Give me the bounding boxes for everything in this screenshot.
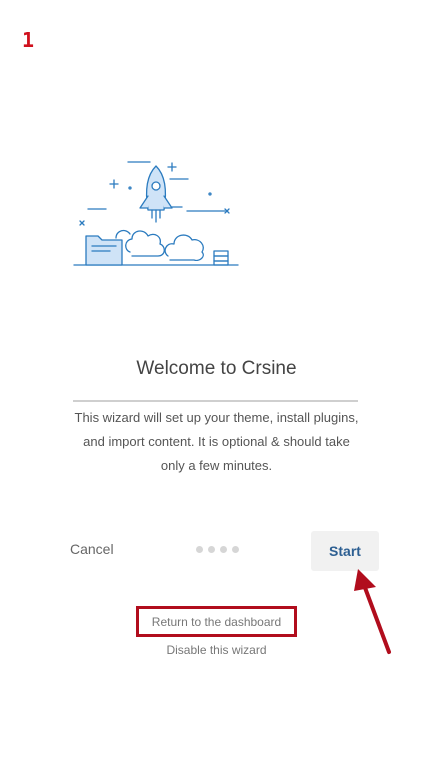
cancel-button[interactable]: Cancel bbox=[70, 541, 114, 557]
return-dashboard-link[interactable]: Return to the dashboard bbox=[152, 615, 281, 629]
red-arrow-icon bbox=[348, 563, 398, 663]
progress-dot bbox=[208, 546, 215, 553]
return-dashboard-highlight: Return to the dashboard bbox=[136, 606, 297, 637]
rocket-launch-illustration bbox=[70, 152, 240, 275]
annotation-step-number: 1 bbox=[22, 28, 35, 52]
title-divider bbox=[73, 400, 358, 402]
progress-dots bbox=[196, 546, 239, 553]
wizard-description: This wizard will set up your theme, inst… bbox=[74, 410, 359, 473]
progress-dot bbox=[232, 546, 239, 553]
progress-dot bbox=[220, 546, 227, 553]
wizard-title: Welcome to Crsine bbox=[136, 358, 297, 379]
progress-dot bbox=[196, 546, 203, 553]
